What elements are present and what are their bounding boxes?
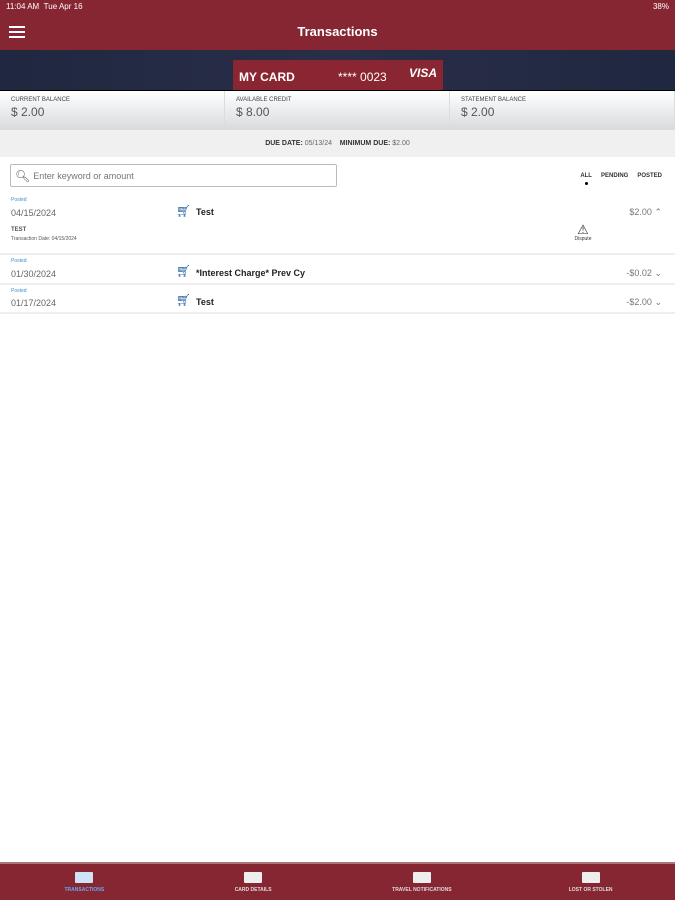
search-input[interactable]	[33, 170, 324, 181]
status-bar: 11:04 AM Tue Apr 16 38%	[0, 0, 675, 14]
due-date-label: DUE DATE:	[265, 140, 303, 147]
due-date-value: 05/13/24	[304, 140, 332, 147]
transactions-icon	[75, 872, 94, 883]
cart-icon: 🛒︎	[176, 264, 192, 278]
chevron-down-icon[interactable]: ⌄	[654, 268, 662, 278]
tab-transactions[interactable]: Transactions	[0, 864, 169, 900]
status-label: Posted	[11, 197, 27, 203]
filter-posted[interactable]: POSTED	[637, 173, 662, 179]
available-credit: Available Credit $ 8.00	[225, 91, 450, 130]
status-time: 11:04 AM	[6, 2, 40, 11]
value: $ 8.00	[236, 105, 270, 119]
amount: -$0.02	[626, 268, 652, 278]
current-balance: Current Balance $ 2.00	[0, 91, 225, 130]
value: $ 2.00	[11, 105, 45, 119]
description: *Interest Charge* Prev Cy	[196, 268, 306, 278]
filter-label: ALL	[580, 173, 592, 179]
label: Statement Balance	[461, 97, 527, 103]
transaction-row[interactable]: Posted 01/30/2024 🛒︎ *Interest Charge* P…	[0, 256, 675, 285]
bottom-tab-bar: Transactions Card Details Travel Notific…	[0, 862, 675, 900]
detail-date: Transaction Date: 04/15/2024	[11, 236, 77, 242]
warning-icon: ⚠︎	[577, 222, 589, 237]
travel-icon	[412, 872, 431, 883]
battery-level: 38%	[652, 2, 669, 11]
tab-label: Lost or Stolen	[568, 887, 613, 893]
dispute-button[interactable]: ⚠︎ Dispute	[572, 223, 594, 242]
label: Available Credit	[236, 97, 292, 103]
description: Test	[196, 297, 214, 307]
status-date: Tue Apr 16	[43, 2, 83, 11]
amount: $2.00	[629, 207, 652, 217]
tab-lost-or-stolen[interactable]: Lost or Stolen	[506, 864, 675, 900]
search-icon: 🔍︎	[15, 168, 31, 183]
search-box[interactable]: 🔍︎	[10, 164, 337, 187]
minimum-due-value: $2.00	[392, 140, 410, 147]
tab-card-details[interactable]: Card Details	[169, 864, 338, 900]
card-icon	[244, 872, 263, 883]
description: Test	[196, 207, 214, 217]
date: 04/15/2024	[11, 208, 57, 218]
card-number: **** 0023	[338, 70, 387, 84]
date: 01/30/2024	[11, 269, 57, 279]
filter-pending[interactable]: PENDING	[601, 173, 628, 179]
tab-travel-notifications[interactable]: Travel Notifications	[338, 864, 507, 900]
value: $ 2.00	[461, 105, 495, 119]
dispute-label: Dispute	[574, 236, 592, 242]
tab-label: Travel Notifications	[392, 887, 452, 893]
amount: -$2.00	[626, 297, 652, 307]
filter-tabs: ALL PENDING POSTED	[580, 173, 662, 185]
due-info: DUE DATE: 05/13/24 MINIMUM DUE: $2.00	[0, 130, 675, 157]
balances: Current Balance $ 2.00 Available Credit $ …	[0, 90, 675, 130]
transaction-row[interactable]: Posted 01/17/2024 🛒︎ Test -$2.00 ⌄	[0, 286, 675, 314]
selected-dot	[585, 182, 589, 185]
lost-card-icon	[581, 872, 600, 883]
cart-icon: 🛒︎	[176, 204, 192, 218]
page-title: Transactions	[297, 24, 378, 39]
date: 01/17/2024	[11, 298, 57, 308]
detail-title: TEST	[11, 227, 27, 233]
status-label: Posted	[11, 288, 27, 294]
app-header: Transactions	[0, 14, 675, 50]
tab-label: Card Details	[234, 887, 272, 893]
tab-label: Transactions	[64, 887, 105, 893]
card-tile[interactable]: MY CARD **** 0023 VISA	[233, 60, 443, 90]
card-banner: MY CARD **** 0023 VISA	[0, 50, 675, 90]
chevron-down-icon[interactable]: ⌄	[654, 297, 662, 307]
status-label: Posted	[11, 258, 27, 264]
label: Current Balance	[11, 97, 70, 103]
card-name: MY CARD	[239, 70, 295, 84]
filter-all[interactable]: ALL	[580, 173, 592, 185]
chevron-up-icon[interactable]: ⌃	[654, 207, 662, 217]
visa-logo: VISA	[408, 66, 437, 80]
statement-balance: Statement Balance $ 2.00	[450, 91, 675, 130]
minimum-due-label: MINIMUM DUE:	[339, 140, 391, 147]
cart-icon: 🛒︎	[176, 293, 192, 307]
